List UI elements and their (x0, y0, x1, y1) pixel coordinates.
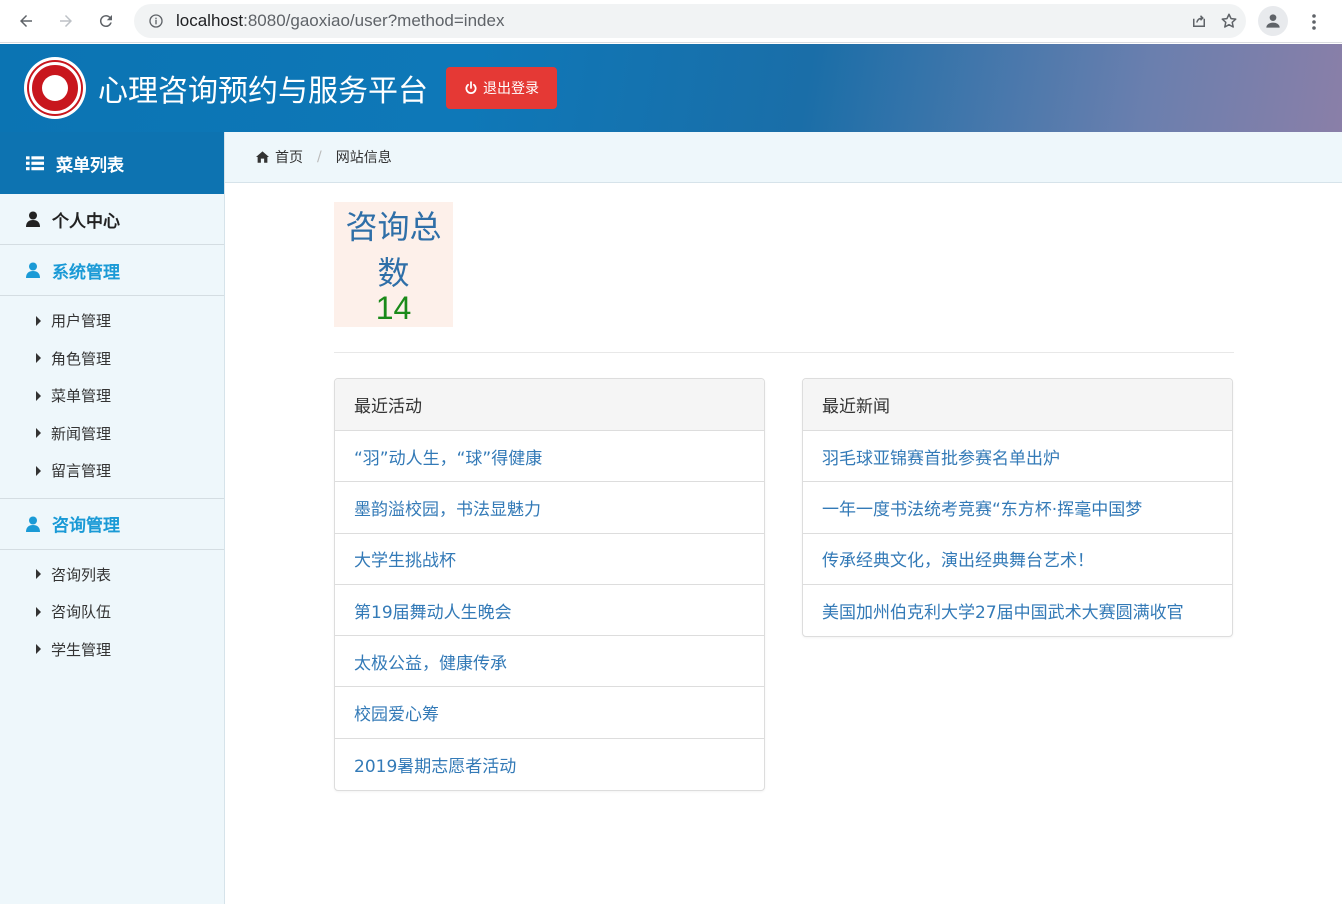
list-icon (26, 155, 44, 170)
panel-title: 最近新闻 (803, 379, 1232, 431)
sidebar-item-consult-team[interactable]: 咨询队伍 (0, 593, 224, 631)
profile-avatar-icon[interactable] (1258, 6, 1288, 36)
news-link[interactable]: 美国加州伯克利大学27届中国武术大赛圆满收官 (803, 585, 1232, 636)
back-icon[interactable] (8, 3, 44, 39)
panel-title: 最近活动 (335, 379, 764, 431)
activity-link[interactable]: 大学生挑战杯 (335, 534, 764, 585)
sidebar-menu-title: 菜单列表 (0, 132, 224, 194)
activity-link[interactable]: 墨韵溢校园，书法显魅力 (335, 482, 764, 534)
sidebar-item-message-management[interactable]: 留言管理 (0, 452, 224, 490)
divider (334, 352, 1234, 353)
app-title: 心理咨询预约与服务平台 (98, 74, 428, 109)
stat-label: 咨询总数 (345, 208, 442, 292)
activity-link[interactable]: 第19届舞动人生晚会 (335, 585, 764, 637)
caret-right-icon (36, 428, 41, 439)
logout-button[interactable]: 退出登录 (446, 67, 557, 109)
user-icon (26, 211, 40, 227)
news-link[interactable]: 一年一度书法统考竞赛“东方杯·挥毫中国梦 (803, 482, 1232, 534)
stat-value: 14 (375, 290, 412, 326)
app-header: 心理咨询预约与服务平台 退出登录 (0, 44, 1342, 132)
system-submenu: 用户管理 角色管理 菜单管理 新闻管理 留言管理 (0, 296, 224, 499)
caret-right-icon (36, 569, 41, 580)
sidebar-item-menu-management[interactable]: 菜单管理 (0, 377, 224, 415)
sidebar-section-system[interactable]: 系统管理 (0, 245, 224, 296)
sidebar: 菜单列表 个人中心 系统管理 用户管理 角色管理 菜单管理 新闻管理 留言管理 … (0, 132, 225, 904)
breadcrumb-home[interactable]: 首页 (275, 147, 303, 167)
breadcrumb-current: 网站信息 (335, 150, 392, 166)
consult-submenu: 咨询列表 咨询队伍 学生管理 (0, 550, 224, 677)
power-icon (465, 81, 477, 94)
caret-right-icon (36, 315, 41, 326)
caret-right-icon (36, 465, 41, 476)
consult-total-tile: 咨询总数 14 (334, 202, 453, 327)
news-link[interactable]: 传承经典文化，演出经典舞台艺术！ (803, 534, 1232, 585)
activity-link[interactable]: 2019暑期志愿者活动 (335, 739, 764, 790)
news-link[interactable]: 羽毛球亚锦赛首批参赛名单出炉 (803, 431, 1232, 483)
caret-right-icon (36, 390, 41, 401)
url-text[interactable]: localhost:8080/gaoxiao/user?method=index (176, 11, 504, 31)
home-icon (256, 151, 269, 163)
sidebar-item-student-management[interactable]: 学生管理 (0, 631, 224, 669)
recent-activities-panel: 最近活动 “羽”动人生，“球”得健康 墨韵溢校园，书法显魅力 大学生挑战杯 第1… (334, 378, 765, 792)
user-icon (26, 516, 40, 532)
activity-link[interactable]: “羽”动人生，“球”得健康 (335, 431, 764, 483)
university-logo (24, 57, 86, 119)
address-bar[interactable]: localhost:8080/gaoxiao/user?method=index (134, 4, 1246, 38)
breadcrumb: 首页 / 网站信息 (225, 132, 1342, 183)
bookmark-star-icon[interactable] (1220, 12, 1238, 30)
browser-menu-icon[interactable] (1304, 10, 1324, 34)
activity-link[interactable]: 校园爱心筹 (335, 687, 764, 739)
caret-right-icon (36, 644, 41, 655)
sidebar-item-user-management[interactable]: 用户管理 (0, 302, 224, 340)
site-info-icon[interactable] (148, 13, 164, 29)
sidebar-item-news-management[interactable]: 新闻管理 (0, 415, 224, 453)
activity-link[interactable]: 太极公益，健康传承 (335, 636, 764, 688)
sidebar-section-consult[interactable]: 咨询管理 (0, 499, 224, 550)
share-icon[interactable] (1190, 12, 1208, 30)
sidebar-item-consult-list[interactable]: 咨询列表 (0, 556, 224, 594)
reload-icon[interactable] (88, 3, 124, 39)
sidebar-item-role-management[interactable]: 角色管理 (0, 340, 224, 378)
browser-toolbar: localhost:8080/gaoxiao/user?method=index (0, 0, 1342, 43)
forward-icon[interactable] (48, 3, 84, 39)
recent-news-panel: 最近新闻 羽毛球亚锦赛首批参赛名单出炉 一年一度书法统考竞赛“东方杯·挥毫中国梦… (802, 378, 1233, 638)
sidebar-item-personal-center[interactable]: 个人中心 (0, 194, 224, 245)
breadcrumb-separator: / (317, 149, 322, 165)
logout-label: 退出登录 (483, 81, 539, 97)
caret-right-icon (36, 606, 41, 617)
user-icon (26, 262, 40, 278)
caret-right-icon (36, 353, 41, 364)
